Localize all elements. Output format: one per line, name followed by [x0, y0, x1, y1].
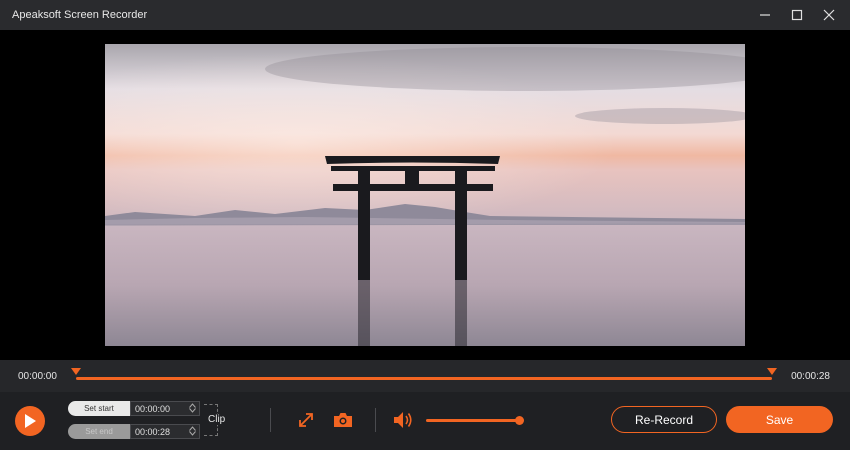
total-time-label: 00:00:28	[791, 371, 830, 382]
app-window: Apeaksoft Screen Recorder 00:00:00 00:00…	[0, 0, 850, 450]
end-time-value: 00:00:28	[135, 426, 171, 437]
end-time-field[interactable]: 00:00:28	[130, 424, 200, 439]
start-time-stepper[interactable]	[189, 403, 196, 413]
divider	[270, 408, 271, 432]
end-time-stepper[interactable]	[189, 426, 196, 436]
play-button[interactable]	[15, 406, 45, 436]
current-time-label: 00:00:00	[18, 371, 57, 382]
camera-icon	[334, 413, 352, 427]
trim-button[interactable]	[296, 410, 316, 430]
play-icon	[25, 414, 36, 428]
volume-slider-track[interactable]	[426, 419, 520, 422]
re-record-button[interactable]: Re-Record	[611, 406, 717, 433]
set-start-button[interactable]: Set start	[68, 401, 130, 416]
minimize-icon	[760, 14, 770, 16]
video-preview-area	[0, 30, 850, 360]
window-controls	[756, 0, 838, 30]
start-marker[interactable]	[71, 368, 81, 375]
video-preview-image	[105, 44, 745, 346]
minimize-button[interactable]	[756, 6, 774, 24]
snapshot-button[interactable]	[333, 410, 353, 430]
speaker-icon	[394, 412, 412, 428]
timeline: 00:00:00 00:00:28	[0, 360, 850, 392]
control-bar: Set start 00:00:00 Set end 00:00:28 Clip	[0, 392, 850, 450]
volume-button[interactable]	[393, 410, 413, 430]
clip-button[interactable]: Clip	[207, 414, 227, 425]
title-bar: Apeaksoft Screen Recorder	[0, 0, 850, 30]
save-button[interactable]: Save	[726, 406, 833, 433]
progress-track[interactable]	[76, 377, 772, 380]
start-time-value: 00:00:00	[135, 403, 171, 414]
maximize-icon	[791, 9, 803, 21]
chevron-down-icon	[189, 431, 196, 436]
chevron-down-icon	[189, 408, 196, 413]
maximize-button[interactable]	[788, 6, 806, 24]
app-title: Apeaksoft Screen Recorder	[12, 9, 148, 21]
start-time-field[interactable]: 00:00:00	[130, 401, 200, 416]
close-button[interactable]	[820, 6, 838, 24]
set-end-button[interactable]: Set end	[68, 424, 130, 439]
expand-icon	[299, 413, 313, 427]
volume-slider-handle[interactable]	[515, 416, 524, 425]
divider	[375, 408, 376, 432]
close-icon	[823, 9, 835, 21]
end-marker[interactable]	[767, 368, 777, 375]
video-frame[interactable]	[105, 44, 745, 346]
